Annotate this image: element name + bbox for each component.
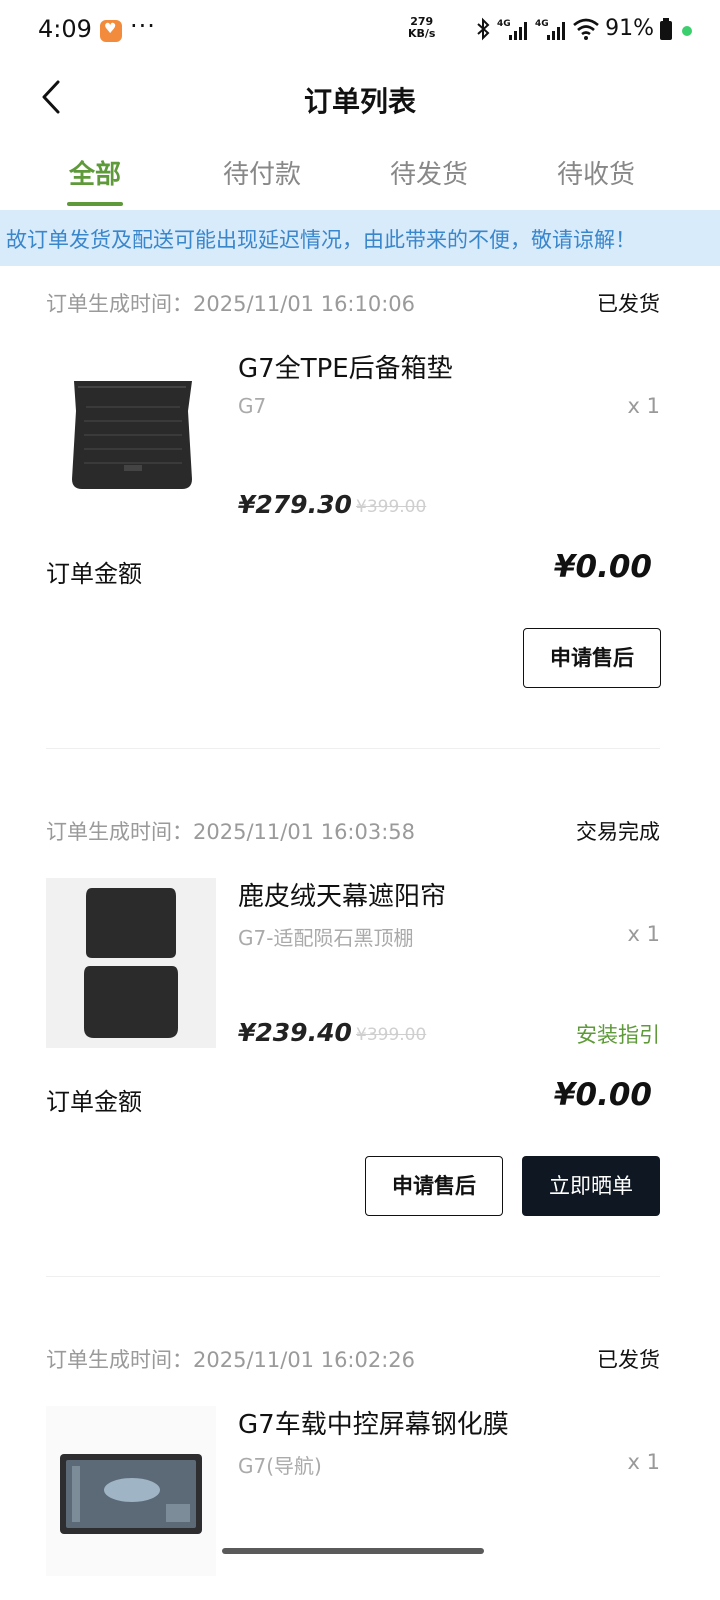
- screen-protector-image: [46, 1406, 216, 1576]
- share-review-button[interactable]: 立即晒单: [522, 1156, 660, 1216]
- battery-icon: [660, 17, 672, 40]
- product-image[interactable]: [46, 878, 216, 1048]
- product-image[interactable]: [46, 1406, 216, 1576]
- original-price: ¥399.00: [356, 497, 427, 517]
- order-amount: ¥0.00: [553, 1077, 652, 1113]
- network-speed: 279 KB/s: [408, 15, 436, 40]
- product-name[interactable]: G7全TPE后备箱垫: [238, 348, 453, 385]
- more-notifications-icon: ···: [130, 12, 156, 40]
- order-tabs: 全部 待付款 待发货 待收货: [0, 140, 720, 208]
- order-amount-label: 订单金额: [46, 1088, 142, 1116]
- trunk-mat-image: [46, 351, 216, 521]
- status-time: 4:09: [38, 15, 92, 43]
- signal-4g-icon-2: 4G: [535, 19, 566, 40]
- order-divider: [46, 1276, 660, 1277]
- product-spec: G7-适配陨石黑顶棚: [238, 926, 414, 950]
- product-price: ¥239.40: [238, 1018, 352, 1047]
- order-status: 交易完成: [576, 820, 660, 844]
- privacy-indicator-dot: [682, 26, 692, 36]
- tab-pending-payment[interactable]: 待付款: [192, 154, 332, 191]
- product-name[interactable]: G7车载中控屏幕钢化膜: [238, 1404, 509, 1441]
- order-amount-label: 订单金额: [46, 560, 142, 588]
- home-indicator[interactable]: [222, 1548, 484, 1554]
- install-guide-link[interactable]: 安装指引: [576, 1019, 660, 1049]
- order-time: 订单生成时间：2025/11/01 16:10:06: [46, 292, 416, 316]
- order-status: 已发货: [597, 1348, 660, 1372]
- app-notification-icon: [100, 20, 122, 42]
- product-quantity: x 1: [627, 922, 660, 946]
- order-divider: [46, 748, 660, 749]
- tab-all[interactable]: 全部: [25, 154, 165, 191]
- bluetooth-icon: [477, 17, 490, 40]
- sunshade-image: [46, 878, 216, 1048]
- order-card[interactable]: 订单生成时间：2025/11/01 16:02:26 已发货 G7车载中控屏幕钢…: [46, 1322, 660, 1576]
- product-quantity: x 1: [627, 1450, 660, 1474]
- nav-bar: 订单列表: [0, 62, 720, 132]
- svg-text:4G: 4G: [535, 19, 549, 29]
- wifi-icon: [573, 18, 599, 40]
- after-sales-button[interactable]: 申请售后: [365, 1156, 503, 1216]
- product-price: ¥279.30: [238, 490, 352, 519]
- product-spec: G7(导航): [238, 1454, 322, 1478]
- order-time: 订单生成时间：2025/11/01 16:03:58: [46, 820, 416, 844]
- status-icons: 4G 4G 91%: [475, 16, 672, 41]
- product-image[interactable]: [46, 351, 216, 521]
- original-price: ¥399.00: [356, 1025, 427, 1045]
- product-spec: G7: [238, 394, 267, 418]
- order-amount: ¥0.00: [553, 549, 652, 585]
- after-sales-button[interactable]: 申请售后: [523, 628, 661, 688]
- battery-level: 91%: [605, 16, 654, 41]
- status-bar: 4:09 ··· 279 KB/s 4G 4G 91%: [0, 0, 720, 62]
- product-name[interactable]: 鹿皮绒天幕遮阳帘: [238, 876, 446, 913]
- active-tab-indicator: [67, 202, 123, 206]
- notice-text: 故订单发货及配送可能出现延迟情况，由此带来的不便，敬请谅解！: [6, 228, 636, 252]
- order-card[interactable]: 订单生成时间：2025/11/01 16:03:58 交易完成 鹿皮绒天幕遮阳帘…: [46, 794, 660, 1274]
- tab-pending-shipment[interactable]: 待发货: [359, 154, 499, 191]
- order-time: 订单生成时间：2025/11/01 16:02:26: [46, 1348, 416, 1372]
- order-card[interactable]: 订单生成时间：2025/11/01 16:10:06 已发货 G7全TPE后备箱…: [46, 266, 661, 746]
- order-status: 已发货: [597, 292, 660, 316]
- svg-text:4G: 4G: [497, 19, 511, 29]
- signal-4g-icon: 4G: [497, 19, 528, 40]
- product-quantity: x 1: [627, 394, 660, 418]
- notice-banner: 故订单发货及配送可能出现延迟情况，由此带来的不便，敬请谅解！: [0, 210, 720, 266]
- tab-pending-receipt[interactable]: 待收货: [526, 154, 666, 191]
- page-title: 订单列表: [303, 85, 416, 118]
